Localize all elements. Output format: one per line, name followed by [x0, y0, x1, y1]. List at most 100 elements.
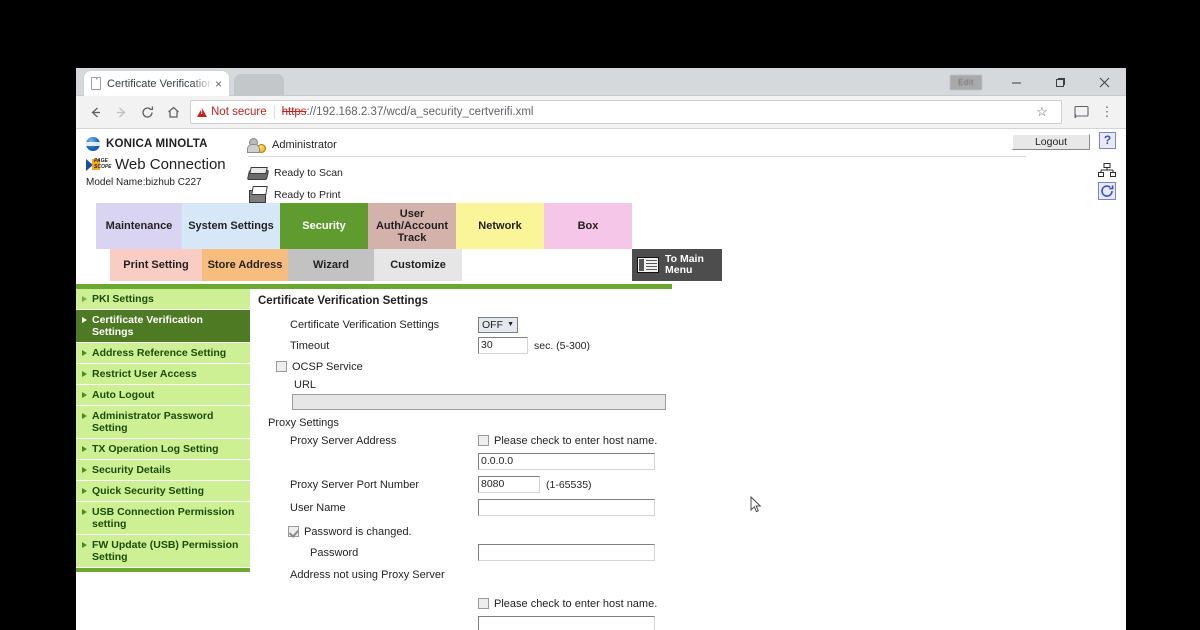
no-proxy-address-input[interactable] — [478, 616, 655, 630]
back-button[interactable] — [82, 99, 108, 125]
sidebar-item-security-details[interactable]: Security Details — [76, 460, 250, 481]
tab-network[interactable]: Network — [456, 203, 544, 249]
sidebar-item-label: TX Operation Log Setting — [92, 443, 219, 455]
subtab-label: Store Address — [207, 259, 283, 271]
proxy-port-label: Proxy Server Port Number — [290, 478, 419, 491]
network-map-icon[interactable] — [1098, 163, 1116, 177]
url-scheme: https — [281, 106, 307, 118]
sidebar-item-label: Quick Security Setting — [92, 485, 205, 497]
logout-button[interactable]: Logout — [1012, 134, 1090, 150]
timeout-input[interactable]: 30 — [478, 337, 528, 354]
ocsp-service-checkbox-group[interactable]: OCSP Service — [258, 361, 478, 373]
cert-verification-select[interactable]: OFF ▼ — [478, 316, 518, 333]
tab-user-auth-account-track[interactable]: User Auth/Account Track — [368, 203, 456, 249]
sidebar-bottom-rule — [76, 568, 250, 572]
tab-system-settings[interactable]: System Settings — [182, 203, 280, 249]
refresh-icon[interactable] — [1098, 182, 1116, 200]
no-proxy-hostname-checkbox[interactable] — [478, 598, 489, 609]
no-proxy-hostname-checkbox-group[interactable]: Please check to enter host name. — [478, 598, 657, 610]
close-window-button[interactable] — [1082, 68, 1126, 96]
reload-button[interactable] — [134, 99, 160, 125]
sidebar-item-label: Administrator Password Setting — [92, 410, 214, 434]
omnibox-divider — [273, 105, 275, 119]
sidebar-item-label: Address Reference Setting — [92, 347, 227, 359]
password-changed-label: Password is changed. — [304, 525, 412, 538]
ocsp-url-input[interactable] — [292, 394, 666, 410]
proxy-server-address-label: Proxy Server Address — [290, 434, 397, 447]
ocsp-url-label: URL — [294, 379, 317, 391]
close-tab-icon[interactable]: × — [213, 78, 224, 90]
subtab-store-address[interactable]: Store Address — [202, 249, 288, 281]
browser-tab-title: Certificate Verification Se — [107, 77, 213, 90]
globe-icon — [86, 137, 100, 151]
password-changed-checkbox-group[interactable]: Password is changed. — [258, 526, 478, 538]
no-proxy-address-label: Address not using Proxy Server — [290, 568, 445, 581]
tab-box[interactable]: Box — [544, 203, 632, 249]
proxy-hostname-checkbox-group[interactable]: Please check to enter host name. — [478, 435, 657, 447]
tab-label: Box — [577, 220, 599, 232]
subtab-label: Wizard — [313, 259, 349, 271]
proxy-server-address-input[interactable]: 0.0.0.0 — [478, 453, 655, 470]
cast-icon[interactable] — [1068, 99, 1094, 125]
sidebar-item-auto-logout[interactable]: Auto Logout — [76, 385, 250, 406]
brand-block: KONICA MINOLTA PAGE SCOPE Web Connection… — [86, 135, 261, 188]
sidebar-item-usb-connection-permission-setting[interactable]: USB Connection Permission setting — [76, 502, 250, 535]
scan-status-label: Ready to Scan — [274, 167, 343, 179]
profile-badge[interactable]: Edit — [950, 74, 982, 90]
address-bar[interactable]: Not secure https://192.168.2.37/wcd/a_se… — [190, 100, 1062, 124]
password-label: Password — [310, 546, 359, 559]
sidebar-item-certificate-verification-settings[interactable]: Certificate Verification Settings — [76, 310, 250, 343]
chevron-right-icon — [82, 467, 87, 473]
screen: Certificate Verification Se × Edit — [0, 0, 1200, 630]
chevron-down-icon: ▼ — [507, 321, 514, 328]
pagescope-logo: PAGE SCOPE Web Connection — [86, 156, 261, 173]
sidebar-item-fw-update-usb-permission-setting[interactable]: FW Update (USB) Permission Setting — [76, 535, 250, 568]
sidebar-item-label: Restrict User Access — [92, 368, 197, 380]
not-secure-indicator[interactable]: Not secure — [197, 106, 267, 118]
subtab-customize[interactable]: Customize — [374, 249, 462, 281]
ocsp-service-checkbox[interactable] — [276, 361, 287, 372]
pagescope-header: KONICA MINOLTA PAGE SCOPE Web Connection… — [76, 129, 1126, 203]
sidebar-item-label: Auto Logout — [92, 389, 155, 401]
sidebar-item-label: Certificate Verification Settings — [92, 314, 203, 338]
proxy-port-input[interactable]: 8080 — [478, 476, 540, 493]
proxy-hostname-checkbox[interactable] — [478, 435, 489, 446]
pagescope-mark-label: PAGE SCOPE — [94, 157, 112, 170]
tab-label: System Settings — [188, 220, 274, 232]
settings-form: Certificate Verification Settings Certif… — [250, 289, 1126, 630]
browser-menu-icon[interactable]: ⋮ — [1094, 99, 1120, 125]
subtab-print-setting[interactable]: Print Setting — [110, 249, 202, 281]
subtab-wizard[interactable]: Wizard — [288, 249, 374, 281]
not-secure-label: Not secure — [211, 106, 267, 118]
to-main-menu-label: To Main Menu — [665, 253, 704, 276]
sidebar-item-quick-security-setting[interactable]: Quick Security Setting — [76, 481, 250, 502]
web-page: KONICA MINOLTA PAGE SCOPE Web Connection… — [76, 129, 1126, 630]
password-input[interactable] — [478, 544, 655, 561]
tab-maintenance[interactable]: Maintenance — [96, 203, 182, 249]
home-button[interactable] — [160, 99, 186, 125]
user-name-input[interactable] — [478, 499, 655, 516]
password-changed-checkbox[interactable] — [288, 526, 299, 537]
sidebar-item-pki-settings[interactable]: PKI Settings — [76, 289, 250, 310]
main-tab-bar: Maintenance System Settings Security Use… — [96, 203, 1126, 249]
sidebar-item-label: PKI Settings — [92, 293, 154, 305]
sidebar-item-administrator-password-setting[interactable]: Administrator Password Setting — [76, 406, 250, 439]
sidebar-item-address-reference-setting[interactable]: Address Reference Setting — [76, 343, 250, 364]
forward-button[interactable] — [108, 99, 134, 125]
help-button[interactable]: ? — [1099, 132, 1116, 149]
browser-tab[interactable]: Certificate Verification Se × — [84, 71, 229, 96]
to-main-menu-button[interactable]: To Main Menu — [632, 249, 722, 281]
tab-security[interactable]: Security — [280, 203, 368, 249]
new-tab-button[interactable] — [234, 74, 284, 96]
minimize-button[interactable] — [994, 68, 1038, 96]
timeout-label: Timeout — [290, 339, 330, 352]
sidebar-item-tx-operation-log-setting[interactable]: TX Operation Log Setting — [76, 439, 250, 460]
browser-window: Certificate Verification Se × Edit — [76, 68, 1126, 630]
sidebar-item-restrict-user-access[interactable]: Restrict User Access — [76, 364, 250, 385]
bookmark-star-icon[interactable]: ☆ — [1029, 99, 1055, 125]
maximize-button[interactable] — [1038, 68, 1082, 96]
no-proxy-hostname-label: Please check to enter host name. — [494, 597, 658, 610]
product-name: Web Connection — [115, 156, 226, 173]
browser-tab-strip: Certificate Verification Se × Edit — [76, 68, 1126, 96]
warning-triangle-icon — [197, 107, 207, 117]
